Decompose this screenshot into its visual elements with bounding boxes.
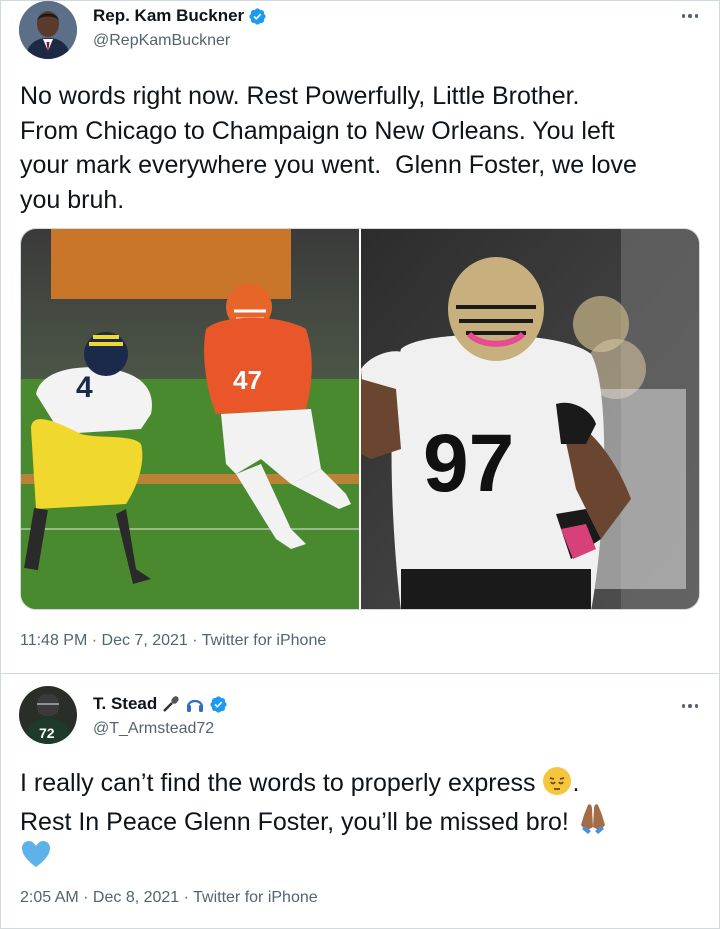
tweet-thread: Rep. Kam Buckner @RepKamBuckner No words…	[0, 0, 720, 929]
author-handle[interactable]: @T_Armstead72	[93, 720, 214, 738]
tweet-source[interactable]: Twitter for iPhone	[193, 889, 318, 906]
tweet-date[interactable]: Dec 7, 2021	[102, 632, 188, 649]
separator: ·	[78, 889, 93, 906]
author-row: Rep. Kam Buckner	[93, 6, 267, 26]
more-options-icon[interactable]	[679, 696, 701, 716]
author-name[interactable]: T. Stead	[93, 694, 157, 714]
avatar-image	[19, 1, 77, 59]
avatar-number: 72	[39, 725, 55, 741]
svg-text:4: 4	[76, 371, 93, 404]
microphone-emoji-icon	[163, 696, 179, 712]
pensive-face-emoji-icon	[543, 767, 572, 795]
author-handle[interactable]: @RepKamBuckner	[93, 32, 230, 50]
tweet-text-line1: I really can’t find the words to properl…	[20, 769, 536, 797]
tweet-text-line2: Rest In Peace Glenn Foster, you’ll be mi…	[20, 807, 569, 836]
svg-text:47: 47	[233, 365, 262, 395]
tweet-source[interactable]: Twitter for iPhone	[202, 632, 327, 649]
tweet-meta: 11:48 PM · Dec 7, 2021 · Twitter for iPh…	[20, 632, 326, 650]
separator: ·	[179, 889, 194, 906]
svg-text:97: 97	[423, 418, 514, 509]
tweet-text: No words right now. Rest Powerfully, Lit…	[20, 82, 637, 214]
tweet-t-stead[interactable]: 72 T. Stead @T_Armstead72 I really can’t…	[1, 674, 719, 928]
folded-hands-emoji-icon	[580, 803, 605, 834]
football-photo-right: 97	[361, 229, 699, 609]
blue-heart-emoji-icon	[22, 841, 50, 867]
tweet-text: I really can’t find the words to properl…	[20, 766, 710, 876]
verified-badge-icon	[249, 7, 266, 25]
photo-illinois-michigan[interactable]: 4 47	[21, 229, 359, 609]
author-name[interactable]: Rep. Kam Buckner	[93, 6, 244, 26]
avatar-image: 72	[19, 686, 77, 744]
verified-badge-icon	[210, 695, 227, 713]
tweet-date[interactable]: Dec 8, 2021	[93, 889, 179, 906]
avatar[interactable]: 72	[19, 686, 77, 744]
separator: ·	[87, 632, 102, 649]
tweet-media[interactable]: 4 47 97	[20, 228, 700, 610]
tweet-kam-buckner[interactable]: Rep. Kam Buckner @RepKamBuckner No words…	[1, 1, 719, 674]
more-options-icon[interactable]	[679, 6, 701, 26]
author-row: T. Stead	[93, 694, 228, 714]
football-photo-left: 4 47	[21, 229, 359, 609]
tweet-time[interactable]: 2:05 AM	[20, 889, 79, 906]
tweet-meta: 2:05 AM · Dec 8, 2021 · Twitter for iPho…	[20, 889, 318, 907]
photo-saints[interactable]: 97	[361, 229, 699, 609]
separator: ·	[187, 632, 202, 649]
avatar[interactable]	[19, 1, 77, 59]
headphones-emoji-icon	[187, 699, 204, 712]
tweet-time[interactable]: 11:48 PM	[20, 632, 87, 649]
